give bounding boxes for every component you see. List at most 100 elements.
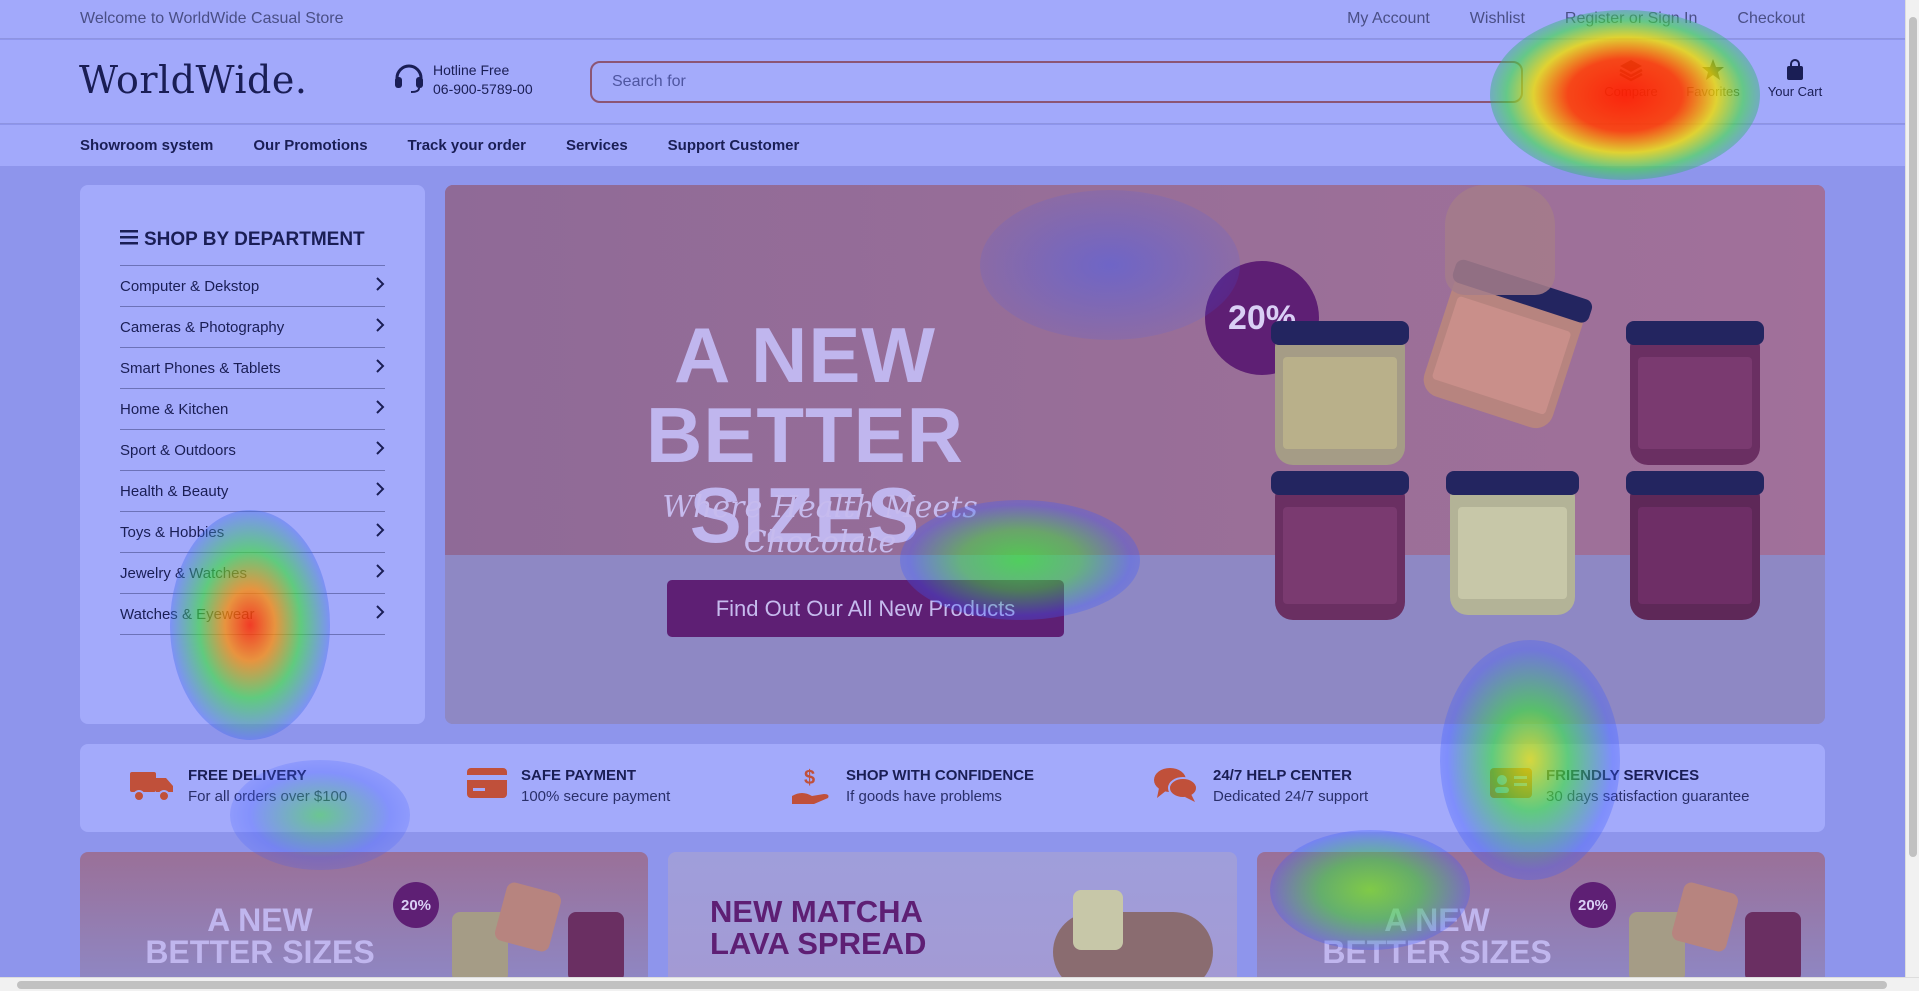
department-item[interactable]: Health & Beauty [120,471,385,512]
promo-title: NEW MATCHA LAVA SPREAD [710,896,926,960]
jar-image [568,912,624,977]
hotline-label: Hotline Free [433,61,510,78]
feature-sub: If goods have problems [846,788,1002,805]
nav-support-customer[interactable]: Support Customer [668,137,800,154]
department-item-label: Jewelry & Watches [120,564,247,582]
star-icon [1678,58,1748,82]
vertical-scrollbar[interactable] [1905,0,1919,977]
cart-label: Your Cart [1767,84,1823,99]
jar-label [1458,507,1567,599]
chevron-right-icon [375,523,385,541]
jar-choc-hazelnut-bottom [1271,471,1409,620]
department-item[interactable]: Watches & Eyewear [120,594,385,635]
jar-image [1745,912,1801,977]
jar-lid [1271,471,1409,495]
feature-safe-payment: SAFE PAYMENT 100% secure payment [467,766,670,808]
jar-pistachio [1271,321,1409,465]
vertical-scroll-thumb[interactable] [1909,17,1917,857]
feature-sub: 100% secure payment [521,788,671,805]
chevron-right-icon [375,359,385,377]
chevron-right-icon [375,482,385,500]
department-list: Computer & Dekstop Cameras & Photography S… [120,265,385,635]
nav-our-promotions[interactable]: Our Promotions [253,137,367,154]
promo-title-line1: NEW MATCHA [710,894,923,929]
chevron-right-icon [375,564,385,582]
department-item[interactable]: Computer & Dekstop [120,266,385,307]
feature-title: FRIENDLY SERVICES [1546,767,1700,784]
department-item-label: Sport & Outdoors [120,441,236,459]
hotline: Hotline Free 06-900-5789-00 [393,60,533,99]
hero-tablecloth [445,555,1825,724]
feature-title: FREE DELIVERY [188,767,307,784]
jar-label [1283,357,1397,449]
headset-icon [393,60,425,99]
department-item-label: Toys & Hobbies [120,523,225,541]
hamburger-icon[interactable] [120,229,138,251]
logo[interactable]: WorldWide. [79,58,307,102]
main-nav: Showroom system Our Promotions Track you… [0,125,1905,166]
jar-lid [1626,321,1764,345]
nav-track-order[interactable]: Track your order [408,137,526,154]
jar-label [1638,357,1752,449]
chevron-right-icon [375,400,385,418]
compare-button[interactable]: Compare [1596,58,1666,99]
chevron-right-icon [375,277,385,295]
credit-card-icon [467,766,507,805]
feature-help-center: 24/7 HELP CENTER Dedicated 24/7 support [1153,766,1368,809]
header: WorldWide. Hotline Free 06-900-5789-00 C… [0,40,1905,124]
jar-lid [1626,471,1764,495]
checkout-link[interactable]: Checkout [1737,10,1805,28]
department-title-text: SHOP BY DEPARTMENT [144,229,365,250]
promo-card-3[interactable]: A NEW BETTER SIZES 20% [1257,852,1825,977]
id-card-icon [1490,766,1532,805]
hero-banner: A NEW BETTER SIZES Where Health Meets Ch… [445,185,1825,724]
welcome-text: Welcome to WorldWide Casual Store [80,10,344,27]
promo-title-line1: A NEW [1384,902,1490,938]
hero-tagline: Where Health Meets Chocolate [662,490,978,560]
department-item[interactable]: Sport & Outdoors [120,430,385,471]
department-sidebar: SHOP BY DEPARTMENT Computer & Dekstop Cam… [80,185,425,724]
nav-services[interactable]: Services [566,137,628,154]
department-item-label: Smart Phones & Tablets [120,359,281,377]
favorites-button[interactable]: Favorites [1678,58,1748,99]
promo-card-2[interactable]: NEW MATCHA LAVA SPREAD [668,852,1237,977]
department-item[interactable]: Jewelry & Watches [120,553,385,594]
hero-headline-line1: A NEW [673,311,937,399]
shopping-bag-icon [1760,58,1830,82]
chevron-right-icon [375,318,385,336]
nav-showroom-system[interactable]: Showroom system [80,137,213,154]
feature-shop-confidence: $ SHOP WITH CONFIDENCE If goods have pro… [790,766,1034,813]
department-item[interactable]: Smart Phones & Tablets [120,348,385,389]
my-account-link[interactable]: My Account [1347,10,1430,28]
search-input[interactable] [590,61,1523,103]
hand-image [1445,185,1555,295]
horizontal-scrollbar[interactable] [0,977,1919,991]
promo-card-1[interactable]: A NEW BETTER SIZES 20% [80,852,648,977]
department-item-label: Home & Kitchen [120,400,229,418]
chat-bubbles-icon [1153,766,1199,809]
department-item[interactable]: Home & Kitchen [120,389,385,430]
hand-dollar-icon: $ [790,766,832,813]
cart-button[interactable]: Your Cart [1760,58,1830,99]
feature-sub: Dedicated 24/7 support [1213,788,1369,805]
features-bar: FREE DELIVERY For all orders over $100 S… [80,744,1825,832]
feature-sub: 30 days satisfaction guarantee [1546,788,1750,805]
wishlist-link[interactable]: Wishlist [1470,10,1525,28]
promo-title-line1: A NEW [207,902,313,938]
jar-label [1431,295,1572,416]
truck-icon [130,766,174,809]
hero-cta-button[interactable]: Find Out Our All New Products [667,580,1064,637]
horizontal-scroll-thumb[interactable] [17,981,1887,989]
register-signin-link[interactable]: Register or Sign In [1565,10,1698,28]
jar-matcha [1446,471,1579,615]
svg-text:$: $ [804,767,815,789]
promo-title-line2: BETTER SIZES [145,934,375,970]
promo-badge: 20% [1570,882,1616,928]
department-title: SHOP BY DEPARTMENT [120,229,385,251]
department-item-label: Health & Beauty [120,482,229,500]
chevron-right-icon [375,605,385,623]
feature-friendly-services: FRIENDLY SERVICES 30 days satisfaction g… [1490,766,1749,808]
department-item[interactable]: Toys & Hobbies [120,512,385,553]
department-item[interactable]: Cameras & Photography [120,307,385,348]
jar-image [1073,890,1123,950]
